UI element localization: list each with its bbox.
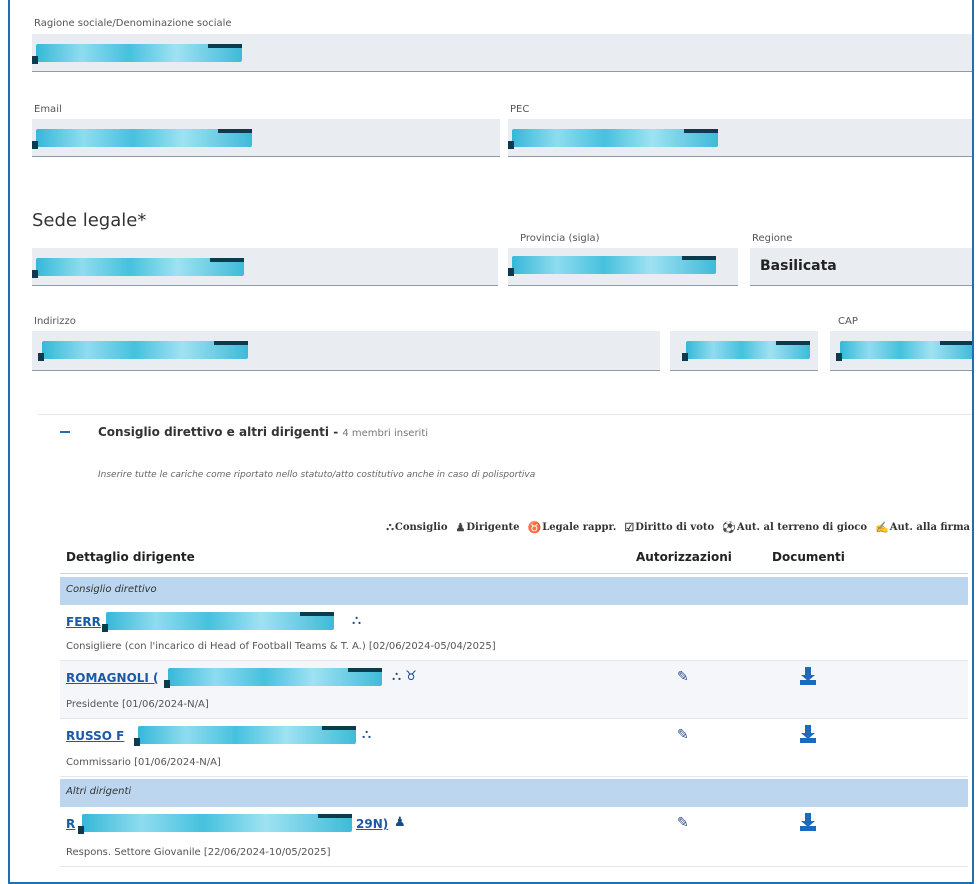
- redacted-value: [134, 726, 356, 746]
- legend-firma-label: Aut. alla firma: [889, 521, 970, 533]
- comune-field[interactable]: [32, 248, 498, 286]
- member-role: Commissario [01/06/2024-N/A]: [66, 757, 221, 768]
- legend-dirigente-label: Dirigente: [466, 521, 520, 533]
- form-frame: Ragione sociale/Denominazione sociale Em…: [8, 0, 974, 884]
- redacted-value: [164, 668, 382, 688]
- redacted-value: [836, 341, 972, 361]
- member-role: Consigliere (con l'incarico di Head of F…: [66, 641, 496, 652]
- redacted-value: [508, 129, 718, 149]
- member-name-tail[interactable]: 29N): [356, 817, 388, 831]
- provincia-field[interactable]: [508, 248, 738, 286]
- redacted-value: [32, 44, 242, 64]
- redacted-value: [78, 814, 352, 834]
- person-icon: ♟: [455, 520, 466, 534]
- redacted-value: [32, 129, 252, 149]
- legend-firma: ✍ Aut. alla firma: [875, 520, 970, 534]
- legend-voto-label: Diritto di voto: [635, 521, 715, 533]
- legend-consiglio-label: Consiglio: [394, 521, 448, 533]
- board-title[interactable]: Consiglio direttivo e altri dirigenti - …: [98, 425, 428, 439]
- legend-legale-label: Legale rappr.: [542, 521, 617, 533]
- download-icon[interactable]: [800, 813, 816, 831]
- structure-icon: ⛬: [386, 520, 394, 533]
- civico-field[interactable]: [670, 331, 818, 371]
- icon-legend: ⛬ Consiglio ♟ Dirigente ♉ Legale rappr. ☑ Di…: [350, 520, 970, 534]
- member-name-link[interactable]: FERR: [66, 615, 101, 629]
- legend-consiglio: ⛬ Consiglio: [386, 520, 447, 534]
- section-divider: [38, 414, 972, 415]
- indirizzo-label: Indirizzo: [34, 316, 76, 327]
- group-label-consiglio: Consiglio direttivo: [66, 584, 157, 595]
- download-icon[interactable]: [800, 725, 816, 743]
- download-icon-tray: [800, 826, 816, 831]
- redacted-value: [102, 612, 334, 632]
- edit-authorization-icon[interactable]: ✎: [677, 727, 689, 743]
- edit-authorization-icon[interactable]: ✎: [677, 815, 689, 831]
- email-label: Email: [34, 104, 62, 115]
- legend-terreno: ⚽ Aut. al terreno di gioco: [722, 520, 867, 534]
- download-icon-arrow: [801, 667, 815, 681]
- member-name-link[interactable]: RUSSO F: [66, 729, 124, 743]
- ragione-label: Ragione sociale/Denominazione sociale: [34, 18, 232, 29]
- member-role: Respons. Settore Giovanile [22/06/2024-1…: [66, 847, 331, 858]
- ragione-field[interactable]: [32, 34, 972, 72]
- table-row: ROMAGNOLI ( ⛬ ♉ Presidente [01/06/2024-N…: [60, 661, 968, 719]
- legend-voto: ☑ Diritto di voto: [624, 520, 714, 534]
- provincia-label: Provincia (sigla): [520, 233, 600, 244]
- redacted-value: [38, 341, 248, 361]
- regione-field[interactable]: Basilicata: [750, 248, 972, 286]
- board-hint: Inserire tutte le cariche come riportato…: [98, 470, 536, 480]
- structure-icon: ⛬: [362, 727, 372, 742]
- board-count: 4 membri inseriti: [342, 428, 429, 439]
- legend-legale: ♉ Legale rappr.: [528, 520, 617, 534]
- download-icon-arrow: [801, 725, 815, 739]
- cap-field[interactable]: [830, 331, 972, 371]
- col-documenti: Documenti: [772, 550, 845, 564]
- board-title-sep: -: [333, 425, 343, 439]
- edit-authorization-icon[interactable]: ✎: [677, 669, 689, 685]
- group-label-altri: Altri dirigenti: [66, 786, 132, 797]
- download-icon-tray: [800, 738, 816, 743]
- indirizzo-field[interactable]: [32, 331, 660, 371]
- legend-dirigente: ♟ Dirigente: [456, 520, 520, 534]
- member-name-link[interactable]: R: [66, 817, 75, 831]
- redacted-value: [508, 256, 716, 276]
- vote-icon: ☑: [624, 520, 635, 534]
- sede-legale-title: Sede legale*: [32, 210, 147, 231]
- group-band-consiglio: Consiglio direttivo: [60, 577, 968, 605]
- collapse-icon[interactable]: [60, 431, 70, 433]
- sign-icon: ✍: [875, 520, 889, 534]
- col-autorizzazioni: Autorizzazioni: [636, 550, 732, 564]
- legal-rep-icon: ♉: [527, 520, 542, 534]
- email-field[interactable]: [32, 119, 500, 157]
- person-icon: ♟: [394, 815, 406, 830]
- pec-field[interactable]: [508, 119, 972, 157]
- download-icon[interactable]: [800, 667, 816, 685]
- regione-value: Basilicata: [760, 258, 837, 274]
- board-title-text: Consiglio direttivo e altri dirigenti: [98, 425, 330, 439]
- download-icon-tray: [800, 680, 816, 685]
- member-name-link[interactable]: ROMAGNOLI (: [66, 671, 159, 685]
- pec-label: PEC: [510, 104, 530, 115]
- download-icon-arrow: [801, 813, 815, 827]
- field-icon: ⚽: [722, 520, 736, 534]
- redacted-value: [32, 258, 244, 278]
- member-role: Presidente [01/06/2024-N/A]: [66, 699, 209, 710]
- redacted-value: [682, 341, 810, 361]
- table-row: RUSSO F ⛬ Commissario [01/06/2024-N/A] ✎: [60, 719, 968, 777]
- col-dettaglio: Dettaglio dirigente: [66, 550, 195, 564]
- table-header: Dettaglio dirigente Autorizzazioni Docum…: [60, 544, 968, 574]
- cap-label: CAP: [838, 316, 858, 327]
- legend-terreno-label: Aut. al terreno di gioco: [736, 521, 868, 533]
- structure-legal-icons: ⛬ ♉: [392, 669, 417, 684]
- structure-icon: ⛬: [352, 613, 362, 628]
- group-band-altri: Altri dirigenti: [60, 779, 968, 807]
- table-row: R 29N) ♟ Respons. Settore Giovanile [22/…: [60, 807, 968, 867]
- regione-label: Regione: [752, 233, 793, 244]
- table-row: FERR ⛬ Consigliere (con l'incarico di He…: [60, 605, 968, 661]
